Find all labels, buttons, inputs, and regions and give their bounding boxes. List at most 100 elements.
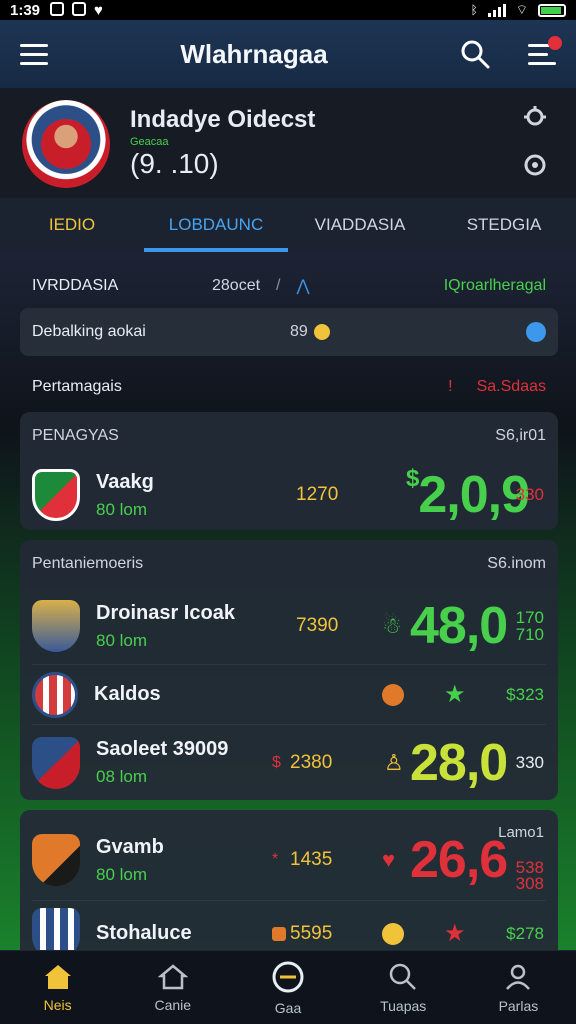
card-header: PENAGYAS S6,ir01 bbox=[32, 412, 546, 460]
team-side-value[interactable]: 538 308 bbox=[516, 859, 544, 892]
heart-icon: ♥ bbox=[382, 847, 396, 872]
coin-icon bbox=[382, 922, 404, 945]
search-row-label: Debalking aokai bbox=[32, 323, 146, 340]
app-bar: Wlahrnagaa bbox=[0, 20, 576, 88]
heart-icon: ♥ bbox=[94, 1, 103, 19]
app-notification-icon bbox=[50, 1, 65, 16]
team-big-value: 26,6 bbox=[410, 831, 508, 889]
team-crest bbox=[32, 469, 80, 521]
odd-flag-icon bbox=[272, 926, 286, 941]
tab-iedio[interactable]: IEDIO bbox=[0, 198, 144, 252]
search-icon[interactable] bbox=[460, 39, 490, 69]
team-row[interactable]: Gvamb 80 lom * 1435 ♥ 26,6 Lamo1 538 308 bbox=[32, 820, 546, 900]
main-content: IVRDDASIA 28ocet / ⋀ IQroarlheragal Deba… bbox=[20, 264, 558, 976]
team-big-value: 48,0 bbox=[410, 597, 508, 655]
team-big-value: $2,0,9 bbox=[406, 465, 530, 524]
section-right[interactable]: Sa.Sdaas bbox=[477, 378, 546, 396]
image-notification-icon bbox=[72, 1, 87, 16]
team-side-value[interactable]: $278 bbox=[506, 924, 544, 944]
match-card: PENAGYAS S6,ir01 Vaakg 80 lom 1270 $2,0,… bbox=[20, 412, 558, 530]
team-odd[interactable]: 7390 bbox=[296, 615, 338, 637]
team-big-value: 28,0 bbox=[410, 733, 508, 792]
coin-icon bbox=[313, 324, 330, 340]
card-right: S6,ir01 bbox=[495, 427, 546, 444]
team-side-value[interactable]: 330 bbox=[516, 753, 544, 773]
card-title: PENAGYAS bbox=[32, 427, 119, 444]
filter-separator: / bbox=[276, 277, 281, 294]
team-row[interactable]: Droinasr Icoak 80 lom 7390 ☃ 48,0 170 71… bbox=[32, 588, 546, 664]
team-odd[interactable]: 1270 bbox=[296, 484, 338, 506]
section-alert-icon: ! bbox=[448, 378, 453, 395]
card-title: Pentaniemoeris bbox=[32, 555, 144, 572]
team-odd[interactable]: 5595 bbox=[290, 923, 332, 945]
player-icon: ♙ bbox=[384, 749, 404, 775]
team-row[interactable]: Vaakg 80 lom 1270 $2,0,9 330 bbox=[32, 460, 546, 530]
nav-label: Parlas bbox=[498, 997, 539, 1014]
team-side-value[interactable]: 170 710 bbox=[516, 609, 544, 643]
team-time: 80 lom bbox=[96, 630, 148, 650]
mascot-icon: ☃ bbox=[382, 613, 402, 638]
odd-flag-icon: * bbox=[272, 851, 279, 868]
nav-canie[interactable]: Canie bbox=[115, 951, 230, 1024]
team-crest bbox=[32, 736, 80, 789]
team-row[interactable]: Kaldos ★ $323 bbox=[32, 664, 546, 724]
tab-stedgia[interactable]: STEDGIA bbox=[432, 198, 576, 252]
team-crest bbox=[32, 834, 80, 886]
refresh-icon[interactable] bbox=[522, 152, 548, 178]
team-time: 08 lom bbox=[96, 767, 148, 786]
nav-tuapas[interactable]: Tuapas bbox=[346, 951, 461, 1024]
bottom-navigation: Neis Canie Gaa Tuapas Parlas bbox=[0, 950, 576, 1024]
nav-label: Gaa bbox=[274, 999, 302, 1016]
notification-dot bbox=[548, 35, 562, 50]
filter-right[interactable]: IQroarlheragal bbox=[444, 277, 546, 295]
team-odd[interactable]: 1435 bbox=[290, 849, 332, 871]
section-title: Pertamagais bbox=[32, 378, 122, 395]
team-crest bbox=[32, 600, 80, 652]
shield-icon[interactable] bbox=[526, 322, 546, 342]
card-right: Lamo1 bbox=[498, 824, 544, 841]
house-outline-icon bbox=[157, 963, 188, 989]
star-icon[interactable]: ★ bbox=[444, 919, 466, 948]
menu-icon[interactable] bbox=[20, 43, 48, 65]
tab-bar: IEDIO LOBDAUNC VIADDASIA STEDGIA bbox=[0, 198, 576, 252]
home-icon bbox=[44, 964, 71, 989]
profile-value: (9. .10) bbox=[130, 148, 219, 179]
card-right: S6.inom bbox=[487, 555, 546, 572]
team-time: 80 lom bbox=[96, 864, 148, 884]
signal-icon bbox=[487, 3, 506, 17]
tab-lobdaunc[interactable]: LOBDAUNC bbox=[144, 198, 288, 252]
team-side-value[interactable]: $323 bbox=[506, 685, 544, 705]
person-icon bbox=[506, 964, 531, 990]
nav-gaa[interactable]: Gaa bbox=[230, 951, 345, 1024]
status-bar: 1:39 ♥ ᛒ ⌔ bbox=[0, 0, 576, 20]
search-icon bbox=[389, 963, 417, 990]
profile-header: Indadye Oidecst Geacaa (9. .10) bbox=[0, 88, 576, 198]
team-crest bbox=[32, 671, 78, 718]
notifications-button[interactable] bbox=[528, 35, 562, 65]
search-row-count: 89 bbox=[290, 323, 308, 340]
avatar[interactable] bbox=[22, 100, 110, 188]
team-odd[interactable]: 2380 bbox=[290, 752, 332, 774]
team-name: Kaldos bbox=[94, 683, 161, 705]
wifi-icon: ⌔ bbox=[515, 2, 528, 17]
team-row[interactable]: Saoleet 39009 08 lom $ 2380 ♙ 28,0 330 bbox=[32, 724, 546, 800]
team-name: Vaakg bbox=[96, 470, 154, 493]
team-name: Stohaluce bbox=[96, 922, 192, 944]
card-header: Pentaniemoeris S6.inom bbox=[32, 540, 546, 588]
settings-icon[interactable] bbox=[522, 104, 548, 130]
star-icon[interactable]: ★ bbox=[444, 680, 466, 709]
nav-neis[interactable]: Neis bbox=[0, 951, 115, 1024]
team-side-value[interactable]: 330 bbox=[516, 485, 544, 505]
status-time: 1:39 bbox=[10, 1, 41, 19]
filter-middle[interactable]: 28ocet bbox=[212, 277, 260, 295]
search-row[interactable]: Debalking aokai 89 bbox=[20, 308, 558, 356]
odd-flag-icon: $ bbox=[272, 753, 281, 771]
match-card: Pentaniemoeris S6.inom Droinasr Icoak 80… bbox=[20, 540, 558, 800]
team-name: Saoleet 39009 bbox=[96, 738, 229, 760]
filter-arrow-icon[interactable]: ⋀ bbox=[297, 276, 310, 296]
tab-viaddasia[interactable]: VIADDASIA bbox=[288, 198, 432, 252]
match-card: Gvamb 80 lom * 1435 ♥ 26,6 Lamo1 538 308… bbox=[20, 810, 558, 966]
battery-icon bbox=[538, 3, 566, 17]
app-title: Wlahrnagaa bbox=[180, 38, 328, 69]
nav-parlas[interactable]: Parlas bbox=[461, 951, 576, 1024]
